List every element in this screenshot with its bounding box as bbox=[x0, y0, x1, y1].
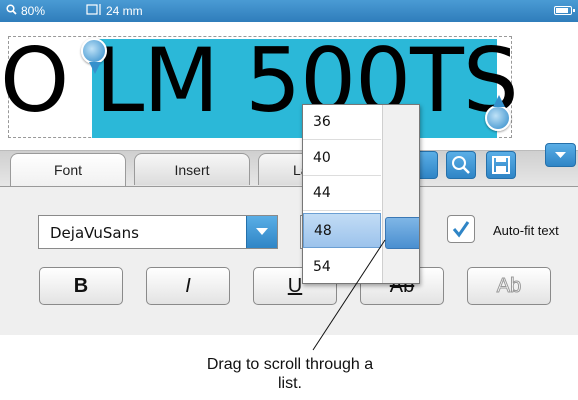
outline-button[interactable]: Ab bbox=[467, 267, 551, 305]
list-item-selected[interactable]: 48 bbox=[303, 213, 381, 248]
checkmark-icon bbox=[452, 221, 470, 238]
label-width-indicator: 24 mm bbox=[86, 4, 143, 18]
list-item[interactable]: 40 bbox=[303, 141, 381, 176]
zoom-button[interactable] bbox=[446, 151, 476, 179]
save-button[interactable] bbox=[486, 151, 516, 179]
font-tab-panel bbox=[0, 186, 578, 335]
selection-end-handle[interactable] bbox=[485, 95, 511, 131]
list-scrollbar[interactable] bbox=[382, 105, 419, 283]
font-family-select[interactable]: DejaVuSans bbox=[38, 215, 278, 249]
selection-start-handle[interactable] bbox=[81, 38, 107, 74]
label-maker-screen: 80% 24 mm O LM 500TS Font Insert La Deja… bbox=[0, 0, 578, 335]
autofit-label: Auto-fit text bbox=[493, 223, 559, 238]
list-item[interactable]: 36 bbox=[303, 105, 381, 140]
save-icon bbox=[492, 156, 510, 174]
label-preview[interactable]: O LM 500TS bbox=[0, 22, 578, 150]
chevron-down-icon bbox=[555, 152, 566, 158]
zoom-icon bbox=[452, 156, 470, 174]
font-family-value: DejaVuSans bbox=[50, 224, 139, 242]
font-size-list[interactable]: 36 40 44 48 54 bbox=[302, 104, 420, 284]
edit-panel: Font Insert La DejaVuSans Auto-fit text … bbox=[0, 143, 578, 335]
zoom-indicator: 80% bbox=[6, 4, 45, 18]
list-item[interactable]: 44 bbox=[303, 176, 381, 211]
battery-icon bbox=[554, 6, 575, 15]
status-bar: 80% 24 mm bbox=[0, 0, 578, 22]
list-item[interactable]: 54 bbox=[303, 250, 381, 283]
label-width-icon bbox=[86, 4, 102, 18]
italic-button[interactable]: I bbox=[146, 267, 230, 305]
callout-text: Drag to scroll through a list. bbox=[206, 356, 374, 392]
bold-button[interactable]: B bbox=[39, 267, 123, 305]
label-width-value: 24 mm bbox=[106, 4, 143, 18]
tab-insert[interactable]: Insert bbox=[134, 153, 250, 185]
label-text[interactable]: O LM 500TS bbox=[0, 27, 519, 135]
more-options-button[interactable] bbox=[545, 143, 576, 167]
zoom-value: 80% bbox=[21, 4, 46, 18]
magnifier-icon bbox=[6, 4, 17, 18]
dropdown-arrow-icon[interactable] bbox=[246, 216, 277, 248]
scrollbar-thumb[interactable] bbox=[385, 217, 419, 249]
autofit-checkbox[interactable] bbox=[447, 215, 475, 243]
tab-font[interactable]: Font bbox=[10, 153, 126, 187]
